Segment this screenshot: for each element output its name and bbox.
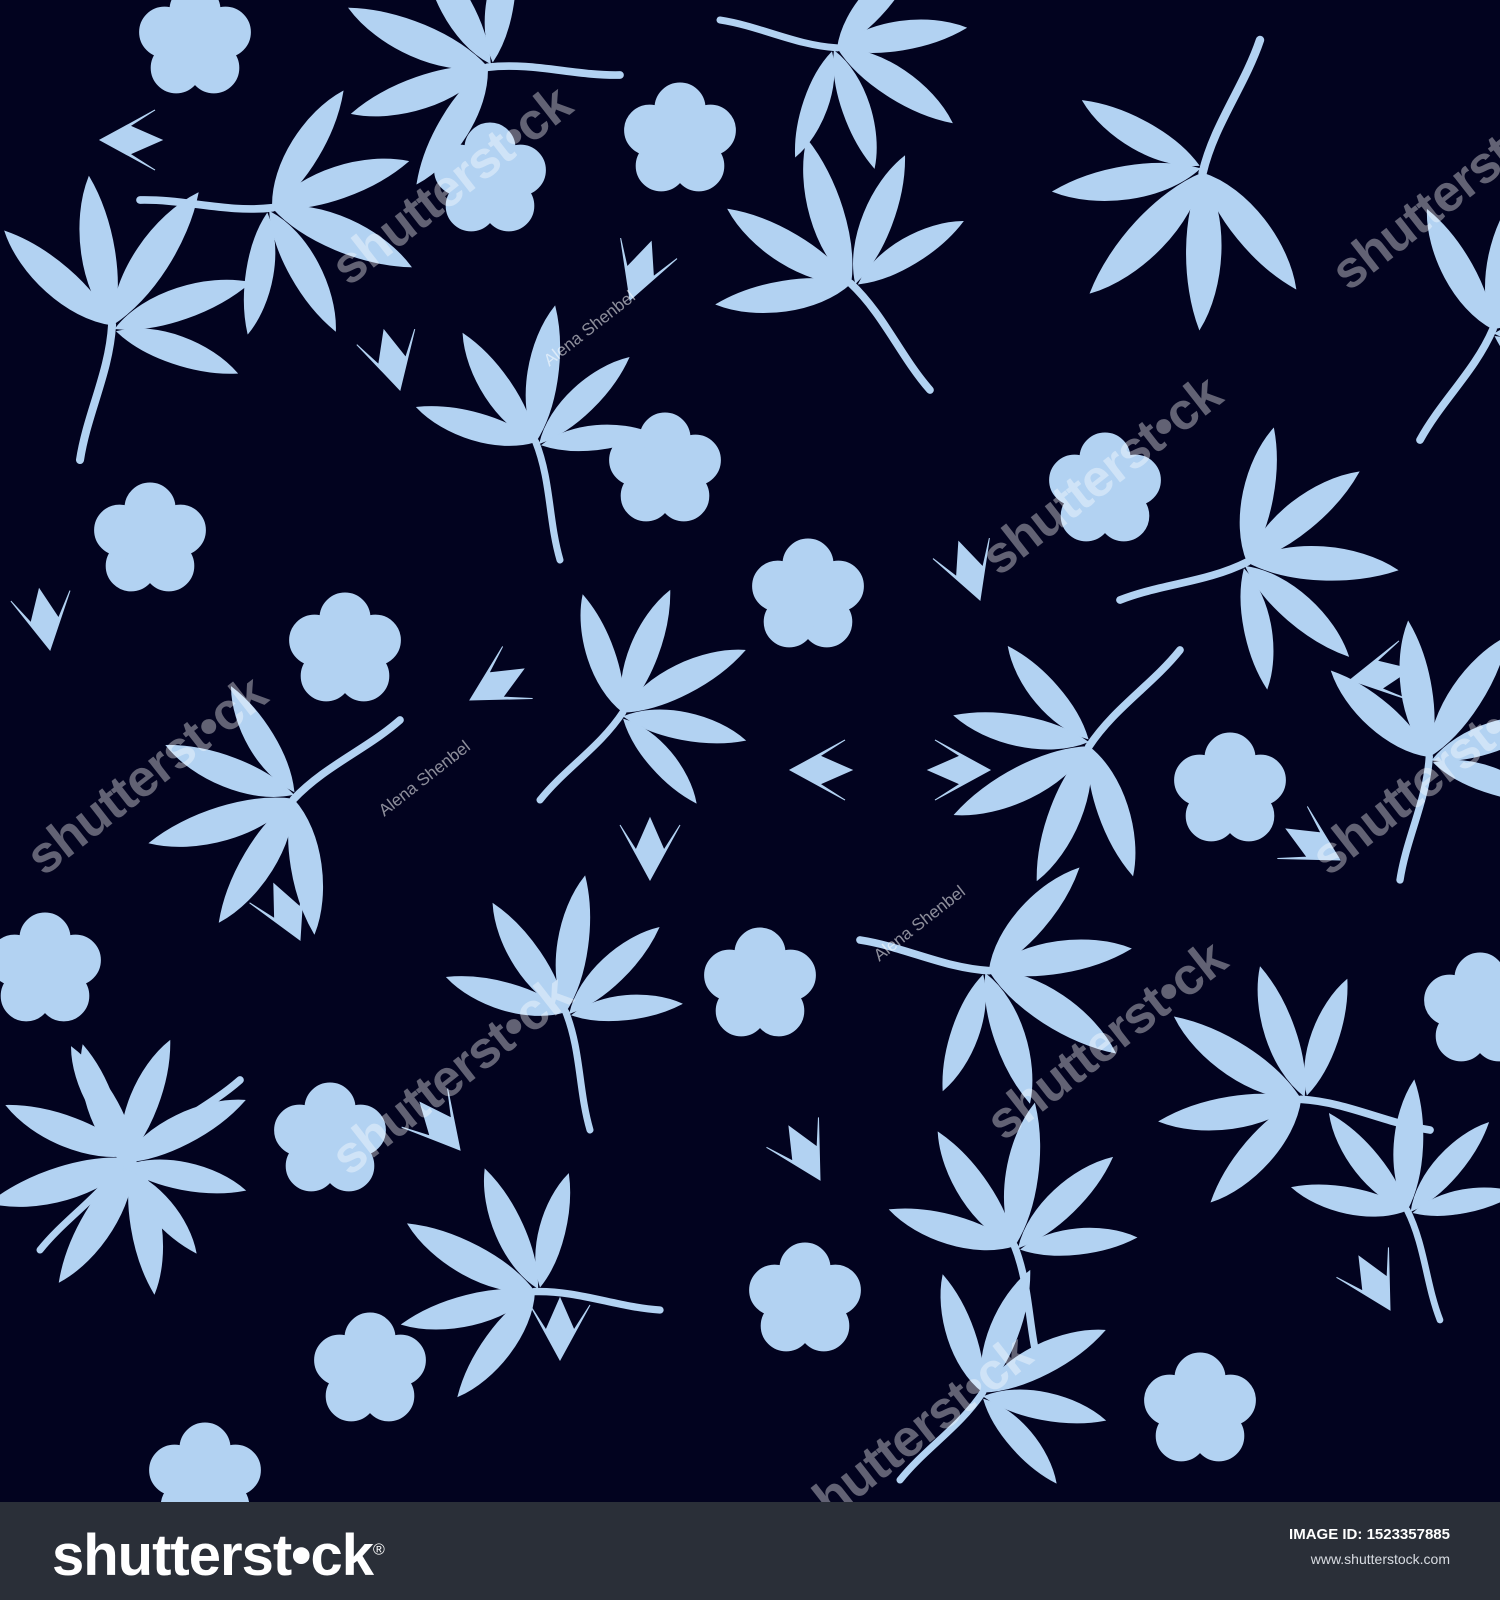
- leaf-sprig-icon: [685, 0, 1008, 204]
- flower-icon: [1144, 1352, 1256, 1462]
- shutterstock-logo: shutterst•ck®: [52, 1523, 385, 1588]
- flower-icon: [752, 538, 864, 648]
- tulip-bud-icon: [619, 817, 681, 881]
- tulip-bud-icon: [762, 1110, 847, 1196]
- tulip-bud-icon: [529, 1297, 591, 1361]
- tulip-bud-icon: [396, 1082, 484, 1170]
- tulip-bud-icon: [454, 642, 540, 727]
- flower-icon: [274, 1082, 386, 1192]
- tulip-bud-icon: [99, 109, 163, 171]
- flower-icon: [94, 482, 206, 592]
- tulip-bud-icon: [1332, 1240, 1417, 1326]
- flower-icon: [624, 82, 736, 192]
- flower-icon: [1174, 732, 1286, 842]
- image-id-label: IMAGE ID:: [1289, 1526, 1363, 1543]
- leaf-sprig-icon: [1306, 128, 1500, 512]
- tulip-bud-icon: [1270, 802, 1356, 887]
- tulip-bud-icon: [9, 583, 81, 656]
- logo-text: shutterst•ck: [52, 1523, 374, 1588]
- flower-icon: [1049, 432, 1161, 542]
- floral-pattern: [0, 0, 1500, 1502]
- tulip-bud-icon: [930, 530, 1009, 611]
- flower-icon: [289, 592, 401, 702]
- leaf-sprig-icon: [813, 1212, 1162, 1502]
- leaf-sprig-icon: [99, 622, 474, 989]
- tulip-bud-icon: [601, 230, 680, 311]
- leaf-sprig-icon: [433, 865, 692, 1142]
- leaf-sprig-icon: [403, 295, 662, 572]
- flower-icon: [704, 927, 816, 1037]
- flower-icon: [0, 912, 101, 1022]
- flower-icon: [1424, 952, 1500, 1062]
- flower-icon: [749, 1242, 861, 1352]
- image-id: IMAGE ID: 1523357885: [1289, 1526, 1450, 1543]
- stock-footer: shutterst•ck® IMAGE ID: 1523357885 www.s…: [0, 1502, 1500, 1600]
- image-id-value: 1523357885: [1366, 1526, 1450, 1543]
- flower-icon: [149, 1422, 261, 1502]
- leaf-sprig-icon: [999, 0, 1400, 388]
- image-info: IMAGE ID: 1523357885 www.shutterstock.co…: [1289, 1526, 1450, 1567]
- tulip-bud-icon: [354, 321, 430, 399]
- flower-icon: [139, 0, 251, 94]
- tulip-bud-icon: [789, 739, 853, 801]
- leaf-sprig-icon: [453, 532, 802, 879]
- flower-icon: [314, 1312, 426, 1422]
- site-url: www.shutterstock.com: [1310, 1551, 1450, 1567]
